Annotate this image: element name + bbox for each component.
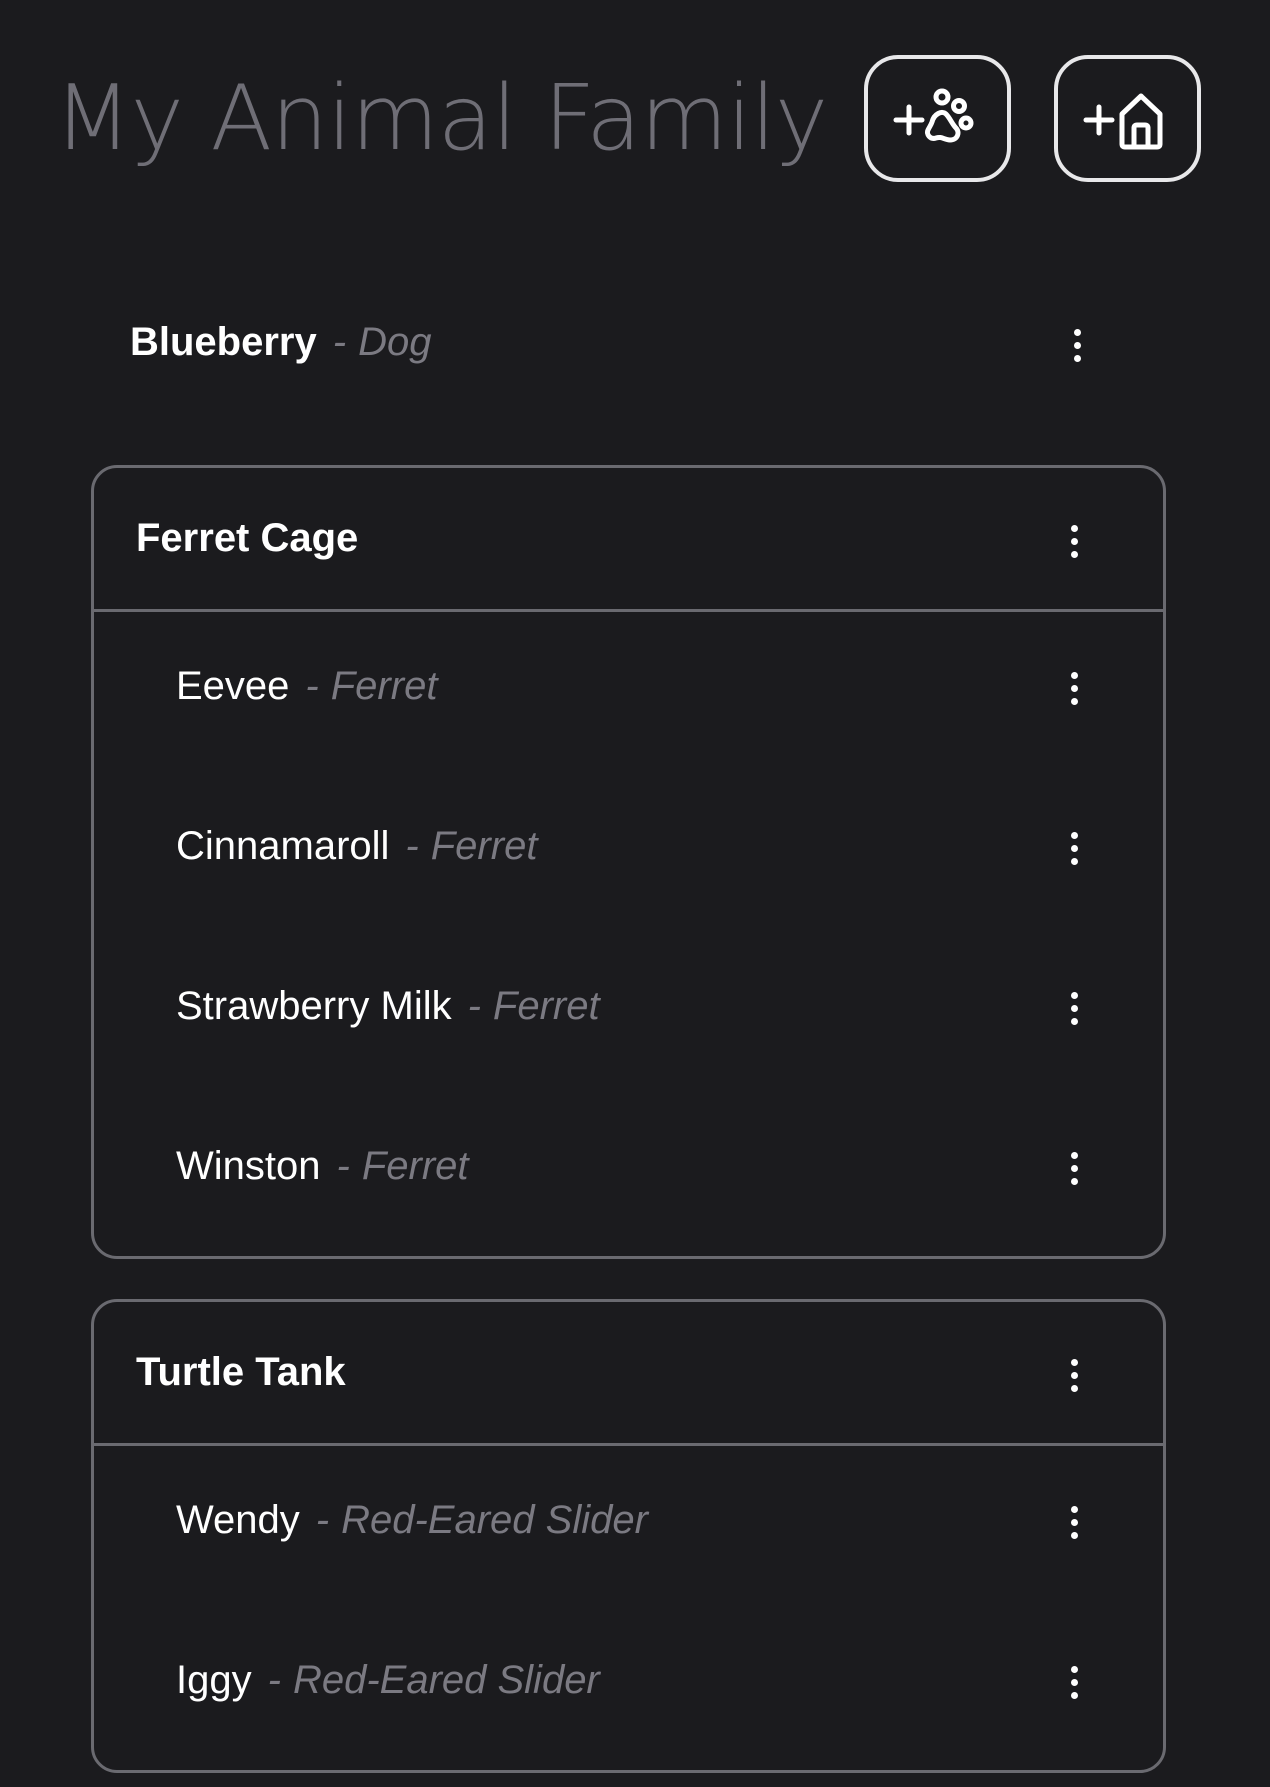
pet-name: Wendy	[176, 1498, 300, 1542]
pet-separator: -	[405, 824, 419, 868]
pet-separator: -	[332, 320, 347, 364]
pet-separator: -	[336, 1144, 350, 1188]
more-options-icon[interactable]	[1054, 1658, 1094, 1706]
pet-row[interactable]: Blueberry - Dog	[130, 320, 431, 365]
pet-row: Winston - Ferret	[176, 1144, 469, 1189]
list-item[interactable]: Cinnamaroll - Ferret	[94, 772, 1163, 932]
more-options-icon[interactable]	[1054, 1351, 1094, 1399]
pet-separator: -	[305, 664, 319, 708]
pet-species: Ferret	[361, 1144, 469, 1188]
enclosure-card: Ferret Cage Eevee - Ferret Cinnamaroll -…	[91, 465, 1166, 1259]
more-options-icon[interactable]	[1054, 517, 1094, 565]
enclosure-header: Ferret Cage	[94, 468, 1163, 612]
more-options-icon[interactable]	[1057, 321, 1097, 369]
pet-name: Cinnamaroll	[176, 824, 390, 868]
list-item[interactable]: Eevee - Ferret	[94, 612, 1163, 772]
pet-row: Eevee - Ferret	[176, 664, 437, 709]
list-item[interactable]: Iggy - Red-Eared Slider	[94, 1606, 1163, 1766]
enclosure-title: Turtle Tank	[136, 1350, 346, 1394]
pet-row: Iggy - Red-Eared Slider	[176, 1658, 600, 1703]
more-options-icon[interactable]	[1054, 1498, 1094, 1546]
add-pet-button[interactable]	[864, 55, 1011, 182]
pet-separator: -	[267, 1658, 281, 1702]
add-enclosure-button[interactable]	[1054, 55, 1201, 182]
list-item[interactable]: Wendy - Red-Eared Slider	[94, 1446, 1163, 1606]
more-options-icon[interactable]	[1054, 984, 1094, 1032]
pet-species: Red-Eared Slider	[341, 1498, 648, 1542]
pet-species: Ferret	[430, 824, 538, 868]
pet-species: Ferret	[330, 664, 438, 708]
pet-species: Ferret	[492, 984, 600, 1028]
pet-name: Blueberry	[130, 320, 317, 364]
more-options-icon[interactable]	[1054, 664, 1094, 712]
enclosure-header: Turtle Tank	[94, 1302, 1163, 1446]
pet-name: Iggy	[176, 1658, 252, 1702]
list-item[interactable]: Winston - Ferret	[94, 1092, 1163, 1252]
more-options-icon[interactable]	[1054, 1144, 1094, 1192]
enclosure-title: Ferret Cage	[136, 516, 359, 560]
pet-separator: -	[467, 984, 481, 1028]
pet-name: Eevee	[176, 664, 290, 708]
pet-row: Cinnamaroll - Ferret	[176, 824, 537, 869]
pet-name: Strawberry Milk	[176, 984, 452, 1028]
header: My Animal Family	[0, 0, 1270, 200]
more-options-icon[interactable]	[1054, 824, 1094, 872]
app-page: My Animal Family Blueberry - Dog Ferret …	[0, 0, 1270, 1787]
pet-separator: -	[315, 1498, 330, 1542]
pet-species: Dog	[358, 320, 432, 364]
pet-row: Strawberry Milk - Ferret	[176, 984, 600, 1029]
page-title: My Animal Family	[54, 66, 828, 171]
plus-home-icon	[1083, 93, 1162, 149]
enclosure-card: Turtle Tank Wendy - Red-Eared Slider Igg…	[91, 1299, 1166, 1773]
pet-species: Red-Eared Slider	[292, 1658, 600, 1702]
plus-paw-icon	[893, 88, 973, 142]
pet-row: Wendy - Red-Eared Slider	[176, 1498, 648, 1543]
pet-name: Winston	[176, 1144, 321, 1188]
list-item[interactable]: Strawberry Milk - Ferret	[94, 932, 1163, 1092]
